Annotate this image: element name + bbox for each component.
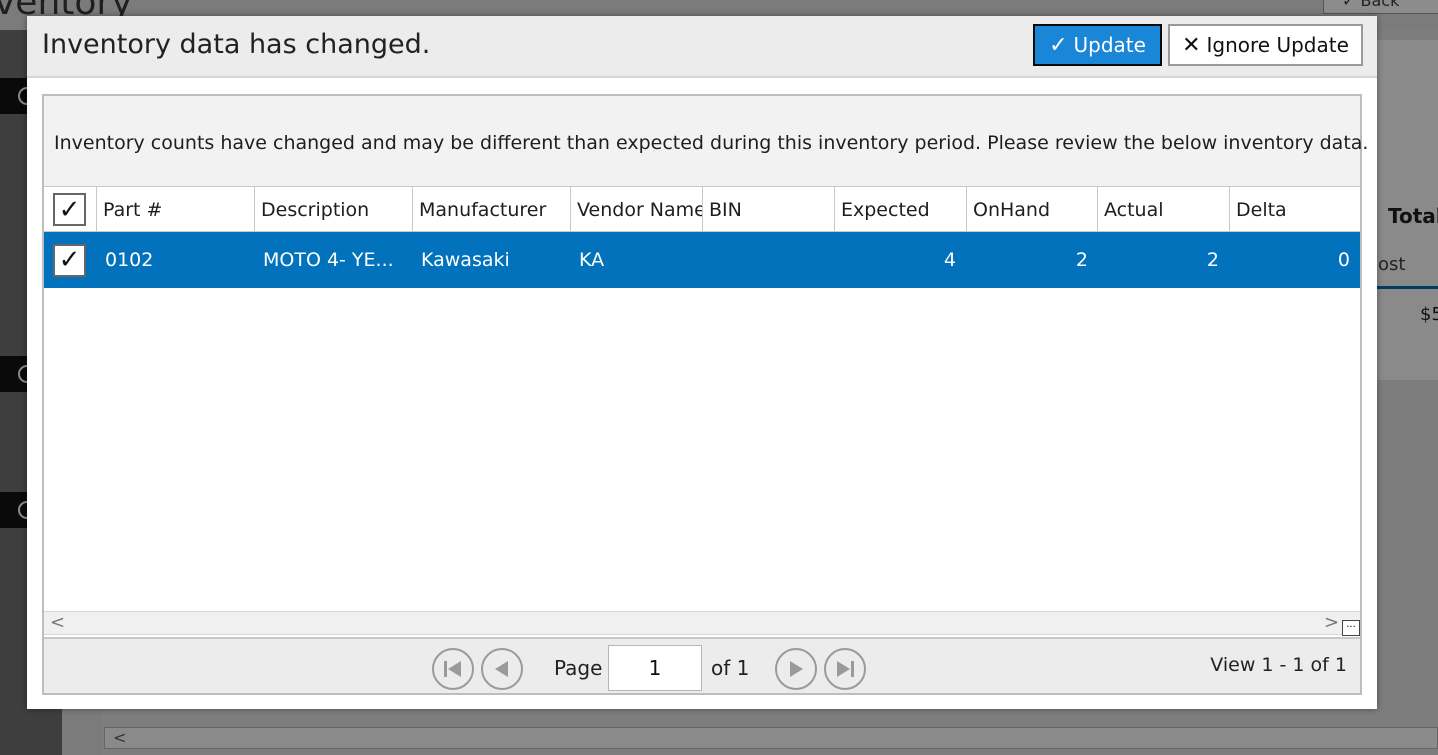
previous-page-button[interactable] [481,648,523,690]
select-all-checkbox[interactable]: ✓ [53,193,86,226]
column-header-expected[interactable]: Expected [834,187,966,232]
cell-manufacturer: Kawasaki [421,249,510,271]
cell-vendor: KA [579,249,605,271]
first-page-button[interactable] [432,648,474,690]
cell-description: MOTO 4- YE... [263,249,394,271]
scroll-left-icon[interactable]: < [50,612,65,633]
message-text: Inventory counts have changed and may be… [54,132,1369,154]
next-page-icon [790,661,803,677]
background-total-label: Total [1388,204,1438,228]
dialog-header: Inventory data has changed. ✓ Update ✕ I… [27,16,1377,78]
ignore-update-button-label: Ignore Update [1206,33,1349,57]
background-scrollbar: < [104,727,1438,749]
update-button-label: Update [1073,33,1146,57]
cell-onhand: 2 [1075,249,1088,271]
table-row[interactable]: ✓ 0102 MOTO 4- YE... Kawasaki KA 4 2 2 0 [44,232,1360,288]
column-header-onhand[interactable]: OnHand [966,187,1098,232]
column-header-description[interactable]: Description [254,187,412,232]
horizontal-scrollbar[interactable]: < > ... [44,611,1360,636]
update-button[interactable]: ✓ Update [1033,24,1162,66]
grid-header: ✓ Part # Description Manufacturer Vendor… [44,187,1360,232]
cell-bin [711,232,831,288]
cell-part: 0102 [105,249,154,271]
background-money-value: $5 [1420,304,1438,325]
page-count-label: of 1 [711,656,750,680]
checkmark-icon: ✓ [1049,32,1068,58]
column-header-bin[interactable]: BIN [702,187,834,232]
inventory-changed-dialog: Inventory data has changed. ✓ Update ✕ I… [27,16,1377,709]
close-icon: ✕ [1182,32,1201,58]
background-divider [1377,286,1438,289]
view-range-label: View 1 - 1 of 1 [1210,654,1347,676]
previous-page-icon [495,661,508,677]
cell-expected: 4 [943,249,956,271]
background-scroll-left-icon: < [113,728,127,747]
select-all-column: ✓ [44,187,96,232]
cell-actual: 2 [1206,249,1219,271]
background-cost-label: ost [1378,254,1406,275]
pager: Page of 1 View 1 - 1 of 1 [44,637,1360,693]
next-page-button[interactable] [775,648,817,690]
dialog-title: Inventory data has changed. [42,29,431,60]
column-header-vendor-name[interactable]: Vendor Name [570,187,702,232]
page-number-input[interactable] [608,645,702,691]
ignore-update-button[interactable]: ✕ Ignore Update [1168,24,1363,66]
more-options-button[interactable]: ... [1342,620,1360,636]
cell-delta: 0 [1337,249,1350,271]
first-page-icon [444,661,461,677]
last-page-button[interactable] [824,648,866,690]
column-header-actual[interactable]: Actual [1097,187,1229,232]
row-checkbox[interactable]: ✓ [53,243,86,277]
scroll-right-icon[interactable]: > [1324,612,1339,633]
column-header-part[interactable]: Part # [96,187,254,232]
background-back-button: ✓ Back [1323,0,1438,14]
last-page-icon [837,661,854,677]
message-area: Inventory counts have changed and may be… [44,96,1368,187]
dialog-content: Inventory counts have changed and may be… [42,94,1368,695]
column-header-manufacturer[interactable]: Manufacturer [412,187,570,232]
page-label: Page [554,656,603,680]
row-select-cell: ✓ [53,232,89,288]
column-header-delta[interactable]: Delta [1229,187,1360,232]
